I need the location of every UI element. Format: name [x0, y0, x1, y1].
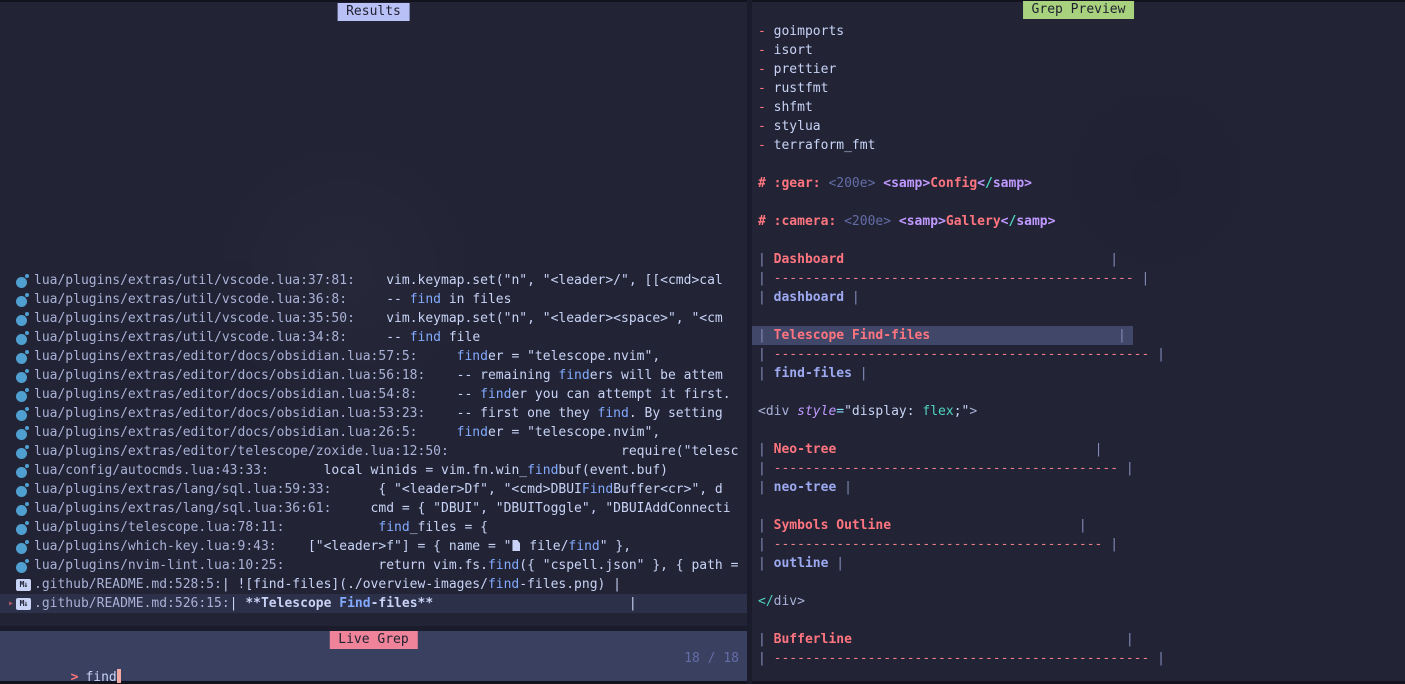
lua-icon [16, 483, 34, 497]
prompt-title-badge: Live Grep [329, 631, 417, 649]
preview-line [752, 611, 1405, 630]
preview-line: - stylua [752, 117, 1405, 136]
preview-line: - rustfmt [752, 79, 1405, 98]
preview-line [752, 383, 1405, 402]
preview-line: - shfmt [752, 98, 1405, 117]
result-row[interactable]: lua/plugins/which-key.lua:9:43: ["<leade… [0, 537, 747, 556]
preview-line: | --------------------------------------… [752, 649, 1405, 668]
live-grep-prompt: Live Grep >find 18 / 18 [0, 631, 747, 681]
preview-content: - goimports - isort - prettier - rustfmt… [752, 2, 1405, 668]
preview-line [752, 193, 1405, 212]
results-title-badge: Results [337, 3, 410, 21]
result-row[interactable]: lua/plugins/extras/lang/sql.lua:36:61: c… [0, 499, 747, 518]
lua-icon [16, 331, 34, 345]
preview-line: - isort [752, 41, 1405, 60]
result-row[interactable]: lua/plugins/extras/editor/docs/obsidian.… [0, 385, 747, 404]
preview-line: | find-files | [752, 364, 1405, 383]
preview-line [752, 231, 1405, 250]
lua-icon [16, 407, 34, 421]
lua-icon [16, 559, 34, 573]
preview-line [752, 307, 1405, 326]
preview-line [752, 573, 1405, 592]
markdown-icon [16, 578, 34, 592]
lua-icon [16, 540, 34, 554]
text-cursor [117, 669, 121, 683]
result-row[interactable]: lua/config/autocmds.lua:43:33: local win… [0, 461, 747, 480]
prompt-line[interactable]: >find 18 / 18 [0, 649, 747, 668]
preview-line: | dashboard | [752, 288, 1405, 307]
preview-line: | Symbols Outline | [752, 516, 1405, 535]
preview-line [752, 421, 1405, 440]
result-row[interactable]: lua/plugins/extras/util/vscode.lua:35:50… [0, 309, 747, 328]
result-row[interactable]: lua/plugins/extras/editor/docs/obsidian.… [0, 404, 747, 423]
preview-line: | outline | [752, 554, 1405, 573]
preview-line [752, 155, 1405, 174]
result-row[interactable]: .github/README.md:528:5:| ![find-files](… [0, 575, 747, 594]
lua-icon [16, 502, 34, 516]
preview-line: - prettier [752, 60, 1405, 79]
lua-icon [16, 293, 34, 307]
selection-caret-icon: ▸ [0, 594, 16, 613]
preview-line: | neo-tree | [752, 478, 1405, 497]
search-query-input[interactable]: find [85, 670, 116, 684]
markdown-icon [16, 597, 34, 611]
lua-icon [16, 445, 34, 459]
result-row[interactable]: lua/plugins/extras/util/vscode.lua:37:81… [0, 271, 747, 290]
preview-title-badge: Grep Preview [1023, 1, 1135, 19]
preview-line: - terraform_fmt [752, 136, 1405, 155]
result-row[interactable]: lua/plugins/telescope.lua:78:11: find_fi… [0, 518, 747, 537]
result-row[interactable]: lua/plugins/extras/editor/docs/obsidian.… [0, 423, 747, 442]
preview-line: | --------------------------------------… [752, 345, 1405, 364]
preview-line: # :camera: <200e> <samp>Gallery</samp> [752, 212, 1405, 231]
preview-pane: Grep Preview - goimports - isort - prett… [752, 0, 1405, 684]
preview-line: # :gear: <200e> <samp>Config</samp> [752, 174, 1405, 193]
lua-icon [16, 388, 34, 402]
lua-icon [16, 350, 34, 364]
prompt-caret-icon: > [63, 670, 86, 684]
lua-icon [16, 426, 34, 440]
lua-icon [16, 521, 34, 535]
preview-line: | --------------------------------------… [752, 535, 1405, 554]
lua-icon [16, 312, 34, 326]
preview-line: | --------------------------------------… [752, 459, 1405, 478]
lua-icon [16, 369, 34, 383]
result-row[interactable]: lua/plugins/extras/editor/docs/obsidian.… [0, 347, 747, 366]
preview-line-highlighted: | Telescope Find-files | [752, 326, 1405, 345]
result-row[interactable]: lua/plugins/extras/util/vscode.lua:34:8:… [0, 328, 747, 347]
result-row[interactable]: lua/plugins/extras/editor/telescope/zoxi… [0, 442, 747, 461]
preview-line [752, 497, 1405, 516]
preview-line: | --------------------------------------… [752, 269, 1405, 288]
lua-icon [16, 274, 34, 288]
lua-icon [16, 464, 34, 478]
result-row-selected[interactable]: ▸.github/README.md:526:15:| **Telescope … [0, 594, 747, 613]
preview-line: | Bufferline | [752, 630, 1405, 649]
results-list: Results lua/plugins/extras/util/vscode.l… [0, 2, 747, 626]
preview-line: | Dashboard | [752, 250, 1405, 269]
results-pane: Results lua/plugins/extras/util/vscode.l… [0, 0, 747, 684]
result-row[interactable]: lua/plugins/extras/lang/sql.lua:59:33: {… [0, 480, 747, 499]
result-row[interactable]: lua/plugins/nvim-lint.lua:10:25: return … [0, 556, 747, 575]
preview-line: </div> [752, 592, 1405, 611]
result-counter: 18 / 18 [684, 649, 739, 668]
result-row[interactable]: lua/plugins/extras/editor/docs/obsidian.… [0, 366, 747, 385]
result-row[interactable]: lua/plugins/extras/util/vscode.lua:36:8:… [0, 290, 747, 309]
telescope-live-grep: Results lua/plugins/extras/util/vscode.l… [0, 0, 1405, 684]
preview-line: - goimports [752, 22, 1405, 41]
preview-line: <div style="display: flex;"> [752, 402, 1405, 421]
preview-line: | Neo-tree | [752, 440, 1405, 459]
